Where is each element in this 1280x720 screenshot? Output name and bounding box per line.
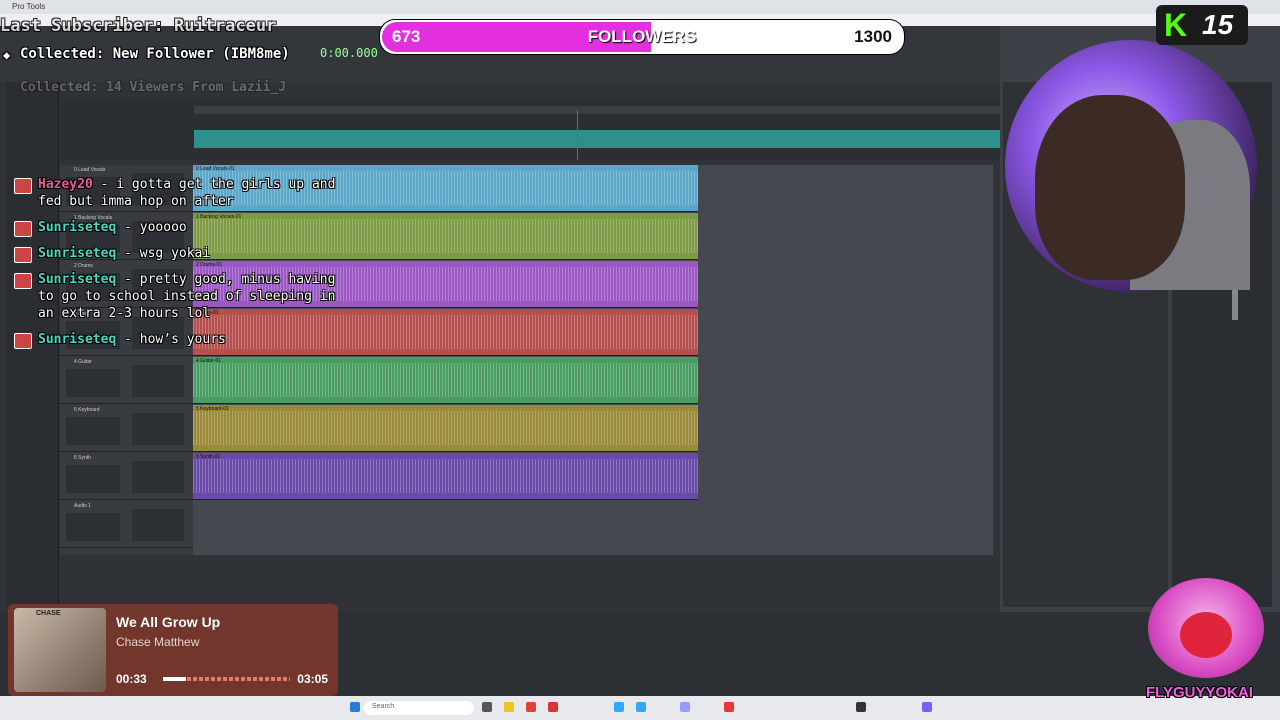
streamer-head <box>1035 95 1185 280</box>
track-io[interactable] <box>132 365 184 397</box>
track-header[interactable]: 5 Keyboard <box>60 405 193 452</box>
obs-icon[interactable] <box>856 702 866 712</box>
chat-username: Sunriseteq <box>38 332 117 347</box>
track-header[interactable]: Audio 1 <box>60 501 193 548</box>
mascot-face <box>1180 612 1232 658</box>
chat-text: yooooo <box>139 220 187 235</box>
chat-separator: - <box>116 220 140 235</box>
chat-badge-icon <box>14 247 32 263</box>
chat-badge-icon <box>14 221 32 237</box>
goal-target: 1300 <box>854 27 892 46</box>
chat-message: Sunriseteq - yooooo <box>12 219 352 237</box>
photoshop-icon[interactable] <box>614 702 624 712</box>
audio-clip[interactable]: 4 Guitar-01 <box>193 357 698 404</box>
track-name: 0 Lead Vocals <box>74 167 106 173</box>
playhead-cursor[interactable] <box>577 110 578 160</box>
audio-clip[interactable]: 6 Synth-01 <box>193 453 698 500</box>
track-io[interactable] <box>132 509 184 541</box>
window-title: Pro Tools <box>12 2 46 11</box>
last-subscriber-text: Last Subscriber: Ruitraceur <box>0 16 277 36</box>
folder-icon[interactable] <box>504 702 514 712</box>
clip-name: 6 Synth-01 <box>196 454 221 460</box>
track-name: 5 Keyboard <box>74 407 100 413</box>
track-header[interactable]: 4 Guitar <box>60 357 193 404</box>
track-header[interactable]: 6 Synth <box>60 453 193 500</box>
waveform <box>193 459 698 493</box>
chat-separator: - <box>92 177 117 192</box>
song-progress-fill <box>163 677 186 681</box>
chat-username: Sunriseteq <box>38 246 117 261</box>
track-controls[interactable] <box>66 369 120 397</box>
taskbar-search-input[interactable]: Search <box>364 701 474 715</box>
track-controls[interactable] <box>66 513 120 541</box>
windows-start-icon[interactable] <box>350 702 360 712</box>
waveform <box>193 411 698 445</box>
chat-separator: - <box>116 246 140 261</box>
tempo-ruler[interactable] <box>194 130 1000 148</box>
chat-message: Sunriseteq - wsg yokai <box>12 245 352 263</box>
chat-badge-icon <box>14 178 32 194</box>
track-controls[interactable] <box>66 417 120 445</box>
search-placeholder: Search <box>372 703 395 710</box>
song-title: We All Grow Up <box>116 614 221 630</box>
chat-badge-icon <box>14 273 32 289</box>
track-io[interactable] <box>132 461 184 493</box>
album-art: CHASE <box>14 608 106 692</box>
viewer-count: 15 <box>1202 9 1234 40</box>
album-art-text: CHASE <box>36 610 61 617</box>
after-effects-icon[interactable] <box>680 702 690 712</box>
chat-message: Sunriseteq - how’s yours <box>12 331 352 349</box>
collected-viewers-text: Collected: 14 Viewers From Lazii_J <box>20 80 287 95</box>
goal-label: FOLLOWERS <box>587 27 697 46</box>
current-time: 00:33 <box>116 672 147 686</box>
main-counter: 0:00.000 <box>320 46 378 60</box>
track-name: 6 Synth <box>74 455 91 461</box>
diamond-icon: ◆ <box>3 48 11 62</box>
kick-viewers-badge: K 15 <box>1156 5 1248 45</box>
chat-message: Hazey20 - i gotta get the girls up and f… <box>12 176 352 210</box>
track-controls[interactable] <box>66 465 120 493</box>
track-io[interactable] <box>132 413 184 445</box>
clip-name: 5 Keyboard-01 <box>196 406 229 412</box>
chat-username: Sunriseteq <box>38 272 117 287</box>
now-playing-widget: CHASE We All Grow Up Chase Matthew 00:33… <box>8 604 338 696</box>
volume-fader[interactable] <box>1232 290 1238 320</box>
audio-clip[interactable]: 5 Keyboard-01 <box>193 405 698 452</box>
chat-separator: - <box>116 332 140 347</box>
timeline-ruler[interactable] <box>194 106 1000 114</box>
chat-badge-icon <box>14 333 32 349</box>
chrome-icon[interactable] <box>526 702 536 712</box>
taskbar-app-icon[interactable] <box>922 702 932 712</box>
chat-text: how’s yours <box>139 332 226 347</box>
collected-follower-text: Collected: New Follower (IBM8me) <box>20 46 290 62</box>
track-name: 4 Guitar <box>74 359 92 365</box>
song-progress-bar <box>163 677 290 681</box>
taskbar-app-icon[interactable] <box>482 702 492 712</box>
chat-separator: - <box>116 272 140 287</box>
clip-name: 0 Lead Vocals-01 <box>196 166 235 172</box>
window-title-bar: Pro Tools <box>0 0 1280 14</box>
track-name: Audio 1 <box>74 503 91 509</box>
youtube-icon[interactable] <box>724 702 734 712</box>
photoshop-icon[interactable] <box>636 702 646 712</box>
clip-name: 4 Guitar-01 <box>196 358 222 364</box>
chat-username: Sunriseteq <box>38 220 117 235</box>
chat-username: Hazey20 <box>38 177 93 192</box>
chat-message: Sunriseteq - pretty good, minus having t… <box>12 271 352 322</box>
kick-logo-icon: K <box>1164 7 1188 43</box>
waveform <box>193 363 698 397</box>
channel-name: FLYGUYYOKAI <box>1146 684 1253 701</box>
chat-text: wsg yokai <box>139 246 211 261</box>
song-artist: Chase Matthew <box>116 635 200 649</box>
follower-goal-bar: 673 FOLLOWERS 1300 <box>380 20 904 54</box>
total-time: 03:05 <box>297 672 328 686</box>
chat-overlay: Hazey20 - i gotta get the girls up and f… <box>12 176 352 357</box>
taskbar-app-icon[interactable] <box>548 702 558 712</box>
